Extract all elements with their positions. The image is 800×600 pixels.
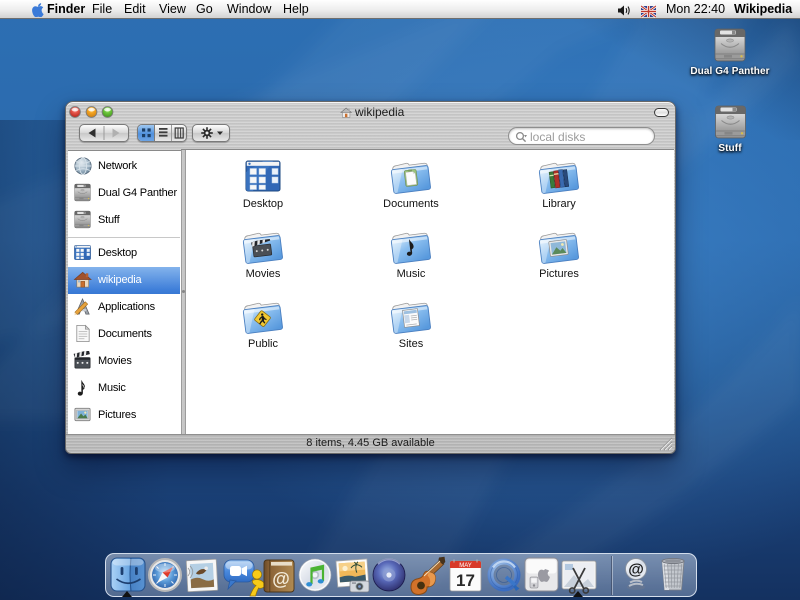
svg-text:@: @ bbox=[628, 562, 644, 579]
svg-text:17: 17 bbox=[456, 571, 475, 590]
svg-text:@: @ bbox=[272, 569, 290, 589]
svg-text:MAY: MAY bbox=[459, 563, 472, 569]
